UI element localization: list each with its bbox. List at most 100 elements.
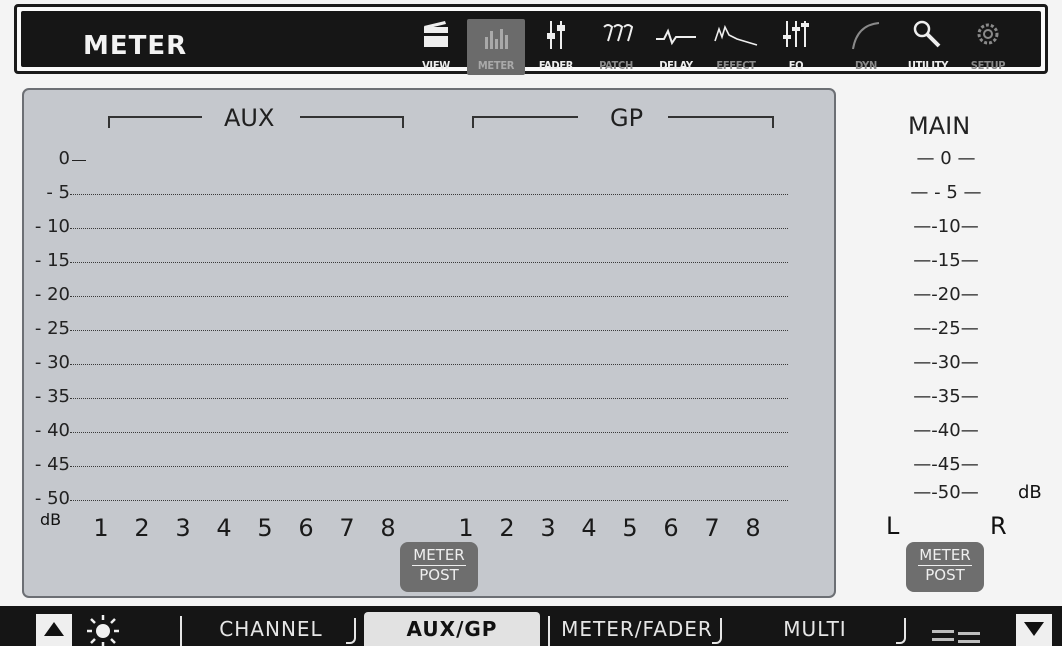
tab-divider — [346, 618, 356, 644]
eq-icon — [783, 21, 809, 47]
aux-channel-number: 6 — [298, 514, 314, 542]
nav-meter-label: METER — [477, 59, 515, 72]
nav-delay-button[interactable]: DELAY — [647, 19, 705, 75]
main-scale-value: -10 — [931, 216, 961, 237]
nav-utility-button[interactable]: UTILITY — [899, 19, 957, 75]
nav-meter-button[interactable]: METER — [467, 19, 525, 75]
header-bar: METER VIEW METER FADER PATCH DELAY EFFEC… — [14, 4, 1048, 75]
scale-gridline — [70, 466, 788, 467]
meter-post-top-label: METER — [413, 546, 465, 564]
scale-label: 0 — [58, 148, 70, 169]
main-left-label: L — [886, 512, 900, 540]
scale-label: - 40 — [34, 420, 70, 441]
triangle-down-icon — [1024, 622, 1044, 636]
scale-gridline — [70, 432, 788, 433]
scale-gridline — [70, 194, 788, 195]
nav-effect-button[interactable]: EFFECT — [707, 19, 765, 75]
scale-tick — [72, 160, 86, 161]
main-scale-label: —-20— — [913, 284, 979, 305]
main-scale-label: —-50— — [913, 482, 979, 503]
scale-label: - 15 — [34, 250, 70, 271]
aux-group-label: AUX — [224, 104, 275, 132]
gp-group-label: GP — [610, 104, 644, 132]
gp-channel-number: 4 — [581, 514, 597, 542]
view-icon — [424, 21, 448, 47]
gp-channel-number: 3 — [540, 514, 556, 542]
nav-delay-label: DELAY — [659, 59, 693, 72]
bottom-tab-bar: CHANNEL AUX/GP METER/FADER MULTI — [0, 606, 1062, 646]
setup-icon — [977, 23, 999, 45]
nav-fader-label: FADER — [538, 59, 574, 72]
tab-multi[interactable]: MULTI — [740, 612, 890, 646]
nav-patch-label: PATCH — [599, 59, 633, 72]
page-title: METER — [83, 31, 188, 61]
nav-view-button[interactable]: VIEW — [407, 19, 465, 75]
scale-label: - 45 — [34, 454, 70, 475]
nav-fader-button[interactable]: FADER — [527, 19, 585, 75]
scroll-up-button[interactable] — [36, 614, 72, 646]
nav-view-label: VIEW — [422, 59, 450, 72]
main-scale-value: -35 — [931, 386, 961, 407]
nav-patch-button[interactable]: PATCH — [587, 19, 645, 75]
scale-label: - 25 — [34, 318, 70, 339]
main-meter-post-button[interactable]: METER POST — [906, 542, 984, 592]
meter-post-bottom-label: POST — [419, 566, 459, 584]
aux-channel-number: 5 — [257, 514, 273, 542]
scroll-down-button[interactable] — [1016, 614, 1052, 646]
gp-channel-number: 8 — [745, 514, 761, 542]
main-scale-label: —-25— — [913, 318, 979, 339]
aux-channel-number: 8 — [380, 514, 396, 542]
main-scale-value: 0 — [940, 148, 952, 169]
scale-gridline — [70, 500, 788, 501]
main-scale-label: —-30— — [913, 352, 979, 373]
scale-gridline — [70, 330, 788, 331]
main-scale-label: —-15— — [913, 250, 979, 271]
brightness-icon[interactable] — [86, 614, 120, 646]
nav-utility-label: UTILITY — [907, 59, 949, 72]
main-scale-value: -15 — [931, 250, 961, 271]
tab-divider — [180, 616, 182, 646]
scale-label: - 20 — [34, 284, 70, 305]
nav-dyn-button[interactable]: DYN — [837, 19, 895, 75]
main-scale-value: -45 — [931, 454, 961, 475]
main-scale-label: —-35— — [913, 386, 979, 407]
nav-setup-button[interactable]: SETUP — [959, 19, 1017, 75]
main-scale-value: -30 — [931, 352, 961, 373]
meter-post-top-label: METER — [919, 546, 971, 564]
tab-aux-gp[interactable]: AUX/GP — [364, 612, 540, 646]
gp-channel-number: 5 — [622, 514, 638, 542]
nav-dyn-label: DYN — [855, 59, 877, 72]
gp-bracket-right — [668, 116, 774, 128]
scale-label: - 5 — [46, 182, 70, 203]
gp-channel-number: 1 — [458, 514, 474, 542]
scale-label: - 50 — [34, 488, 70, 509]
main-scale-label: —-45— — [913, 454, 979, 475]
main-scale-label: — 0 — — [916, 148, 976, 169]
aux-channel-number: 7 — [339, 514, 355, 542]
aux-bracket-left — [108, 116, 202, 128]
main-scale-value: -25 — [931, 318, 961, 339]
nav-eq-button[interactable]: EQ — [767, 19, 825, 75]
aux-bracket-right — [300, 116, 404, 128]
tab-channel[interactable]: CHANNEL — [196, 612, 346, 646]
scale-gridline — [70, 228, 788, 229]
menu-lines-icon[interactable] — [930, 624, 984, 646]
scale-gridline — [70, 364, 788, 365]
main-scale-label: — - 5 — — [910, 182, 982, 203]
gp-channel-number: 2 — [499, 514, 515, 542]
meter-icon — [485, 29, 508, 49]
triangle-up-icon — [44, 622, 64, 636]
utility-icon — [913, 20, 941, 48]
gp-channel-number: 6 — [663, 514, 679, 542]
main-scale-label: —-10— — [913, 216, 979, 237]
aux-channel-number: 4 — [216, 514, 232, 542]
tab-meter-fader[interactable]: METER/FADER — [552, 612, 722, 646]
scale-label: - 10 — [34, 216, 70, 237]
dyn-icon — [852, 22, 880, 50]
patch-icon — [603, 24, 633, 42]
main-db-unit-label: dB — [1018, 482, 1042, 503]
tab-divider — [712, 618, 722, 644]
main-scale-value: -50 — [931, 482, 961, 503]
aux-gp-meter-post-button[interactable]: METER POST — [400, 542, 478, 592]
gp-bracket-left — [472, 116, 578, 128]
